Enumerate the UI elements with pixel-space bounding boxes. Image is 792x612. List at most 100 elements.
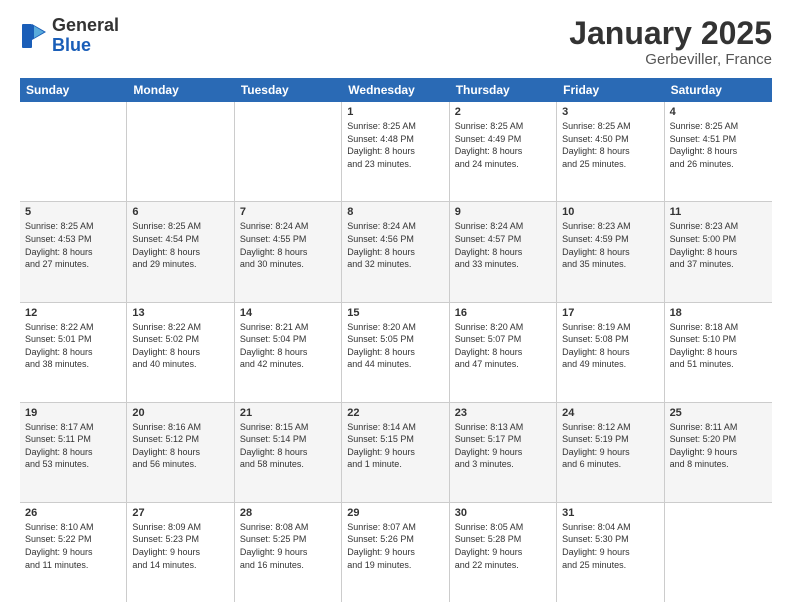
- day-number: 24: [562, 407, 658, 419]
- header-sunday: Sunday: [20, 78, 127, 102]
- day-info: Sunrise: 8:23 AM Sunset: 4:59 PM Dayligh…: [562, 220, 658, 270]
- location: Gerbeviller, France: [569, 51, 772, 68]
- calendar-cell: 21 Sunrise: 8:15 AM Sunset: 5:14 PM Dayli…: [235, 403, 342, 502]
- day-info: Sunrise: 8:25 AM Sunset: 4:49 PM Dayligh…: [455, 120, 551, 170]
- calendar-cell: 4Sunrise: 8:25 AM Sunset: 4:51 PM Daylig…: [665, 102, 772, 201]
- calendar-cell: 13 Sunrise: 8:22 AM Sunset: 5:02 PM Dayli…: [127, 303, 234, 402]
- logo-icon: [20, 22, 48, 50]
- day-number: 18: [670, 307, 767, 319]
- calendar-cell: 12 Sunrise: 8:22 AM Sunset: 5:01 PM Dayli…: [20, 303, 127, 402]
- calendar-cell: 17Sunrise: 8:19 AM Sunset: 5:08 PM Dayli…: [557, 303, 664, 402]
- calendar-cell: 16 Sunrise: 8:20 AM Sunset: 5:07 PM Dayli…: [450, 303, 557, 402]
- calendar-cell: 9 Sunrise: 8:24 AM Sunset: 4:57 PM Daylig…: [450, 202, 557, 301]
- day-number: 11: [670, 206, 767, 218]
- calendar-cell: 24 Sunrise: 8:12 AM Sunset: 5:19 PM Dayli…: [557, 403, 664, 502]
- day-info: Sunrise: 8:24 AM Sunset: 4:55 PM Dayligh…: [240, 220, 336, 270]
- day-number: 31: [562, 507, 658, 519]
- day-info: Sunrise: 8:04 AM Sunset: 5:30 PM Dayligh…: [562, 521, 658, 571]
- calendar-cell: [20, 102, 127, 201]
- calendar-cell: 30Sunrise: 8:05 AM Sunset: 5:28 PM Dayli…: [450, 503, 557, 602]
- calendar-cell: 18 Sunrise: 8:18 AM Sunset: 5:10 PM Dayli…: [665, 303, 772, 402]
- day-number: 15: [347, 307, 443, 319]
- day-number: 21: [240, 407, 336, 419]
- day-number: 5: [25, 206, 121, 218]
- day-info: Sunrise: 8:25 AM Sunset: 4:54 PM Dayligh…: [132, 220, 228, 270]
- day-number: 30: [455, 507, 551, 519]
- day-info: Sunrise: 8:11 AM Sunset: 5:20 PM Dayligh…: [670, 421, 767, 471]
- day-number: 29: [347, 507, 443, 519]
- day-number: 27: [132, 507, 228, 519]
- day-info: Sunrise: 8:18 AM Sunset: 5:10 PM Dayligh…: [670, 321, 767, 371]
- calendar-cell: [665, 503, 772, 602]
- calendar-cell: 3Sunrise: 8:25 AM Sunset: 4:50 PM Daylig…: [557, 102, 664, 201]
- day-info: Sunrise: 8:25 AM Sunset: 4:50 PM Dayligh…: [562, 120, 658, 170]
- calendar-row-2: 5 Sunrise: 8:25 AM Sunset: 4:53 PM Daylig…: [20, 202, 772, 302]
- calendar-cell: 27Sunrise: 8:09 AM Sunset: 5:23 PM Dayli…: [127, 503, 234, 602]
- day-number: 23: [455, 407, 551, 419]
- calendar-cell: [127, 102, 234, 201]
- day-info: Sunrise: 8:19 AM Sunset: 5:08 PM Dayligh…: [562, 321, 658, 371]
- day-number: 8: [347, 206, 443, 218]
- day-info: Sunrise: 8:14 AM Sunset: 5:15 PM Dayligh…: [347, 421, 443, 471]
- calendar-cell: 14 Sunrise: 8:21 AM Sunset: 5:04 PM Dayli…: [235, 303, 342, 402]
- day-number: 9: [455, 206, 551, 218]
- month-title: January 2025: [569, 16, 772, 51]
- header-monday: Monday: [127, 78, 234, 102]
- day-number: 2: [455, 106, 551, 118]
- calendar-body: 1Sunrise: 8:25 AM Sunset: 4:48 PM Daylig…: [20, 102, 772, 602]
- day-info: Sunrise: 8:25 AM Sunset: 4:48 PM Dayligh…: [347, 120, 443, 170]
- calendar-row-4: 19Sunrise: 8:17 AM Sunset: 5:11 PM Dayli…: [20, 403, 772, 503]
- calendar-cell: 19Sunrise: 8:17 AM Sunset: 5:11 PM Dayli…: [20, 403, 127, 502]
- day-info: Sunrise: 8:07 AM Sunset: 5:26 PM Dayligh…: [347, 521, 443, 571]
- calendar-cell: 20Sunrise: 8:16 AM Sunset: 5:12 PM Dayli…: [127, 403, 234, 502]
- header: General Blue January 2025 Gerbeviller, F…: [20, 16, 772, 68]
- day-info: Sunrise: 8:16 AM Sunset: 5:12 PM Dayligh…: [132, 421, 228, 471]
- day-number: 7: [240, 206, 336, 218]
- day-number: 26: [25, 507, 121, 519]
- day-info: Sunrise: 8:13 AM Sunset: 5:17 PM Dayligh…: [455, 421, 551, 471]
- day-info: Sunrise: 8:21 AM Sunset: 5:04 PM Dayligh…: [240, 321, 336, 371]
- day-info: Sunrise: 8:22 AM Sunset: 5:02 PM Dayligh…: [132, 321, 228, 371]
- day-number: 13: [132, 307, 228, 319]
- day-info: Sunrise: 8:25 AM Sunset: 4:53 PM Dayligh…: [25, 220, 121, 270]
- day-number: 12: [25, 307, 121, 319]
- day-number: 28: [240, 507, 336, 519]
- calendar-cell: 2 Sunrise: 8:25 AM Sunset: 4:49 PM Daylig…: [450, 102, 557, 201]
- logo-text: General Blue: [52, 16, 119, 56]
- day-info: Sunrise: 8:15 AM Sunset: 5:14 PM Dayligh…: [240, 421, 336, 471]
- day-number: 19: [25, 407, 121, 419]
- header-tuesday: Tuesday: [235, 78, 342, 102]
- header-saturday: Saturday: [665, 78, 772, 102]
- calendar-cell: 10 Sunrise: 8:23 AM Sunset: 4:59 PM Dayli…: [557, 202, 664, 301]
- calendar-row-1: 1Sunrise: 8:25 AM Sunset: 4:48 PM Daylig…: [20, 102, 772, 202]
- calendar-cell: 25Sunrise: 8:11 AM Sunset: 5:20 PM Dayli…: [665, 403, 772, 502]
- day-number: 6: [132, 206, 228, 218]
- header-wednesday: Wednesday: [342, 78, 449, 102]
- day-number: 10: [562, 206, 658, 218]
- day-info: Sunrise: 8:20 AM Sunset: 5:07 PM Dayligh…: [455, 321, 551, 371]
- calendar: Sunday Monday Tuesday Wednesday Thursday…: [20, 78, 772, 602]
- calendar-header: Sunday Monday Tuesday Wednesday Thursday…: [20, 78, 772, 102]
- day-info: Sunrise: 8:12 AM Sunset: 5:19 PM Dayligh…: [562, 421, 658, 471]
- header-thursday: Thursday: [450, 78, 557, 102]
- page: General Blue January 2025 Gerbeviller, F…: [0, 0, 792, 612]
- day-info: Sunrise: 8:10 AM Sunset: 5:22 PM Dayligh…: [25, 521, 121, 571]
- day-info: Sunrise: 8:08 AM Sunset: 5:25 PM Dayligh…: [240, 521, 336, 571]
- logo-general: General: [52, 16, 119, 36]
- day-info: Sunrise: 8:24 AM Sunset: 4:57 PM Dayligh…: [455, 220, 551, 270]
- day-number: 16: [455, 307, 551, 319]
- calendar-cell: 1Sunrise: 8:25 AM Sunset: 4:48 PM Daylig…: [342, 102, 449, 201]
- calendar-row-3: 12 Sunrise: 8:22 AM Sunset: 5:01 PM Dayli…: [20, 303, 772, 403]
- day-number: 22: [347, 407, 443, 419]
- calendar-cell: 11Sunrise: 8:23 AM Sunset: 5:00 PM Dayli…: [665, 202, 772, 301]
- logo: General Blue: [20, 16, 119, 56]
- calendar-cell: [235, 102, 342, 201]
- logo-blue: Blue: [52, 36, 119, 56]
- header-friday: Friday: [557, 78, 664, 102]
- calendar-cell: 15Sunrise: 8:20 AM Sunset: 5:05 PM Dayli…: [342, 303, 449, 402]
- calendar-cell: 31 Sunrise: 8:04 AM Sunset: 5:30 PM Dayli…: [557, 503, 664, 602]
- day-info: Sunrise: 8:25 AM Sunset: 4:51 PM Dayligh…: [670, 120, 767, 170]
- calendar-cell: 8Sunrise: 8:24 AM Sunset: 4:56 PM Daylig…: [342, 202, 449, 301]
- day-number: 14: [240, 307, 336, 319]
- day-info: Sunrise: 8:22 AM Sunset: 5:01 PM Dayligh…: [25, 321, 121, 371]
